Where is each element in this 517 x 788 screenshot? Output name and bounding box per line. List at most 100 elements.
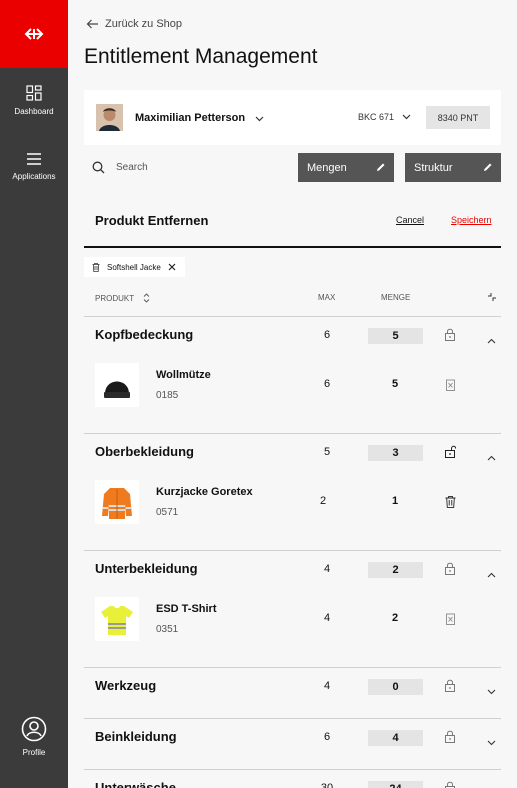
category-menge: 4 [368,730,423,746]
column-header-menge: MENGE [381,293,411,302]
nav-dashboard-label: Dashboard [14,107,54,116]
struktur-button-label: Struktur [414,161,453,174]
lock-toggle[interactable] [444,679,456,697]
category-menge: 3 [368,445,423,461]
profile-label: Profile [22,748,46,757]
product-code: 0185 [156,390,179,401]
trash-icon [92,262,100,272]
nav-dashboard[interactable]: Dashboard [0,85,68,116]
category-group: Kopfbedeckung 6 5 Wollmütze 0185 6 5 [84,316,501,433]
lock-toggle[interactable] [444,445,457,463]
category-max: 4 [323,680,331,692]
product-row: Wollmütze 0185 6 5 [84,353,501,433]
lock-icon [445,328,455,341]
category-row[interactable]: Unterbekleidung 4 2 [84,551,501,587]
user-dropdown[interactable] [255,109,264,127]
sort-icon [143,293,150,303]
lock-toggle[interactable] [444,730,456,748]
pencil-icon [377,163,385,171]
chevron-down-icon [487,689,496,695]
bkc-selector[interactable]: BKC 671 [358,112,411,122]
category-row[interactable]: Beinkleidung 6 4 [84,719,501,769]
points-badge: 8340 PNT [426,106,490,129]
user-card: Maximilian Petterson BKC 671 8340 PNT [84,90,501,145]
save-button[interactable]: Speichern [451,215,492,225]
product-image [95,597,139,641]
category-menge: 5 [368,328,423,344]
chevron-down-icon [487,740,496,746]
lock-toggle[interactable] [444,562,456,580]
delete-button-disabled [445,612,456,630]
product-name: Kurzjacke Goretex [156,486,253,498]
logo[interactable] [0,0,68,68]
chevron-up-icon [487,455,496,461]
panel-header: Produkt Entfernen Cancel Speichern [84,200,501,248]
category-row[interactable]: Kopfbedeckung 6 5 [84,317,501,353]
category-group: Unterwäsche 30 24 [84,769,501,788]
product-image-tshirt [101,606,133,635]
profile-icon [21,716,47,742]
product-row: ESD T-Shirt 0351 4 2 [84,587,501,667]
category-max: 6 [323,329,331,341]
category-name: Beinkleidung [95,729,177,744]
product-row: Kurzjacke Goretex 0571 2 1 [84,470,501,550]
category-row[interactable]: Werkzeug 4 0 [84,668,501,718]
back-link-label: Zurück zu Shop [105,18,183,30]
lock-toggle[interactable] [444,781,456,788]
expand-toggle[interactable] [487,784,496,788]
cancel-button[interactable]: Cancel [396,215,424,225]
product-image-jacket [102,488,132,519]
panel-title: Produkt Entfernen [95,213,209,228]
category-row[interactable]: Unterwäsche 30 24 [84,770,501,788]
product-menge: 5 [391,378,399,390]
search-input[interactable] [116,159,266,175]
product-image-beanie [104,381,130,398]
arrow-left-icon [86,19,98,29]
product-menge: 2 [391,612,399,624]
category-menge: 0 [368,679,423,695]
category-max: 30 [320,782,334,788]
dashboard-icon [26,85,42,101]
struktur-button[interactable]: Struktur [405,153,501,182]
lock-icon [445,730,455,743]
expand-toggle[interactable] [487,682,496,700]
category-group: Beinkleidung 6 4 [84,718,501,769]
product-name: ESD T-Shirt [156,603,217,615]
column-header-produkt[interactable]: PRODUKT [95,293,150,303]
delete-button[interactable] [445,495,456,513]
page-title: Entitlement Management [84,45,318,68]
mengen-button[interactable]: Mengen [298,153,394,182]
nav-applications[interactable]: Applications [0,152,68,181]
category-max: 4 [323,563,331,575]
product-max: 4 [323,612,331,624]
category-menge: 2 [368,562,423,578]
toolbar: Mengen Struktur [84,153,501,182]
user-name: Maximilian Petterson [135,111,246,124]
product-image [95,363,139,407]
category-row[interactable]: Oberbekleidung 5 3 [84,434,501,470]
nav-profile[interactable]: Profile [0,716,68,757]
column-header-produkt-label: PRODUKT [95,293,135,303]
product-max: 6 [323,378,331,390]
back-link[interactable]: Zurück zu Shop [86,18,182,30]
expand-toggle[interactable] [487,331,496,349]
search-icon [92,161,105,174]
chevron-up-icon [487,572,496,578]
expand-toggle[interactable] [487,565,496,583]
expand-toggle[interactable] [487,448,496,466]
category-name: Unterbekleidung [95,561,198,576]
chip-label: Softshell Jacke [107,262,161,272]
category-name: Unterwäsche [95,780,176,788]
main-content: Zurück zu Shop Entitlement Management Ma… [68,0,517,788]
expand-toggle[interactable] [487,733,496,751]
category-name: Oberbekleidung [95,444,194,459]
product-image [95,480,139,524]
sbb-logo-icon [24,28,44,40]
close-icon[interactable] [168,263,176,271]
collapse-all-icon[interactable] [487,292,497,302]
category-name: Kopfbedeckung [95,327,194,342]
sidebar: Dashboard Applications Profile [0,0,68,788]
category-group: Unterbekleidung 4 2 ESD T-Shirt 0351 4 2 [84,550,501,667]
lock-toggle[interactable] [444,328,456,346]
unlock-icon [445,445,457,458]
